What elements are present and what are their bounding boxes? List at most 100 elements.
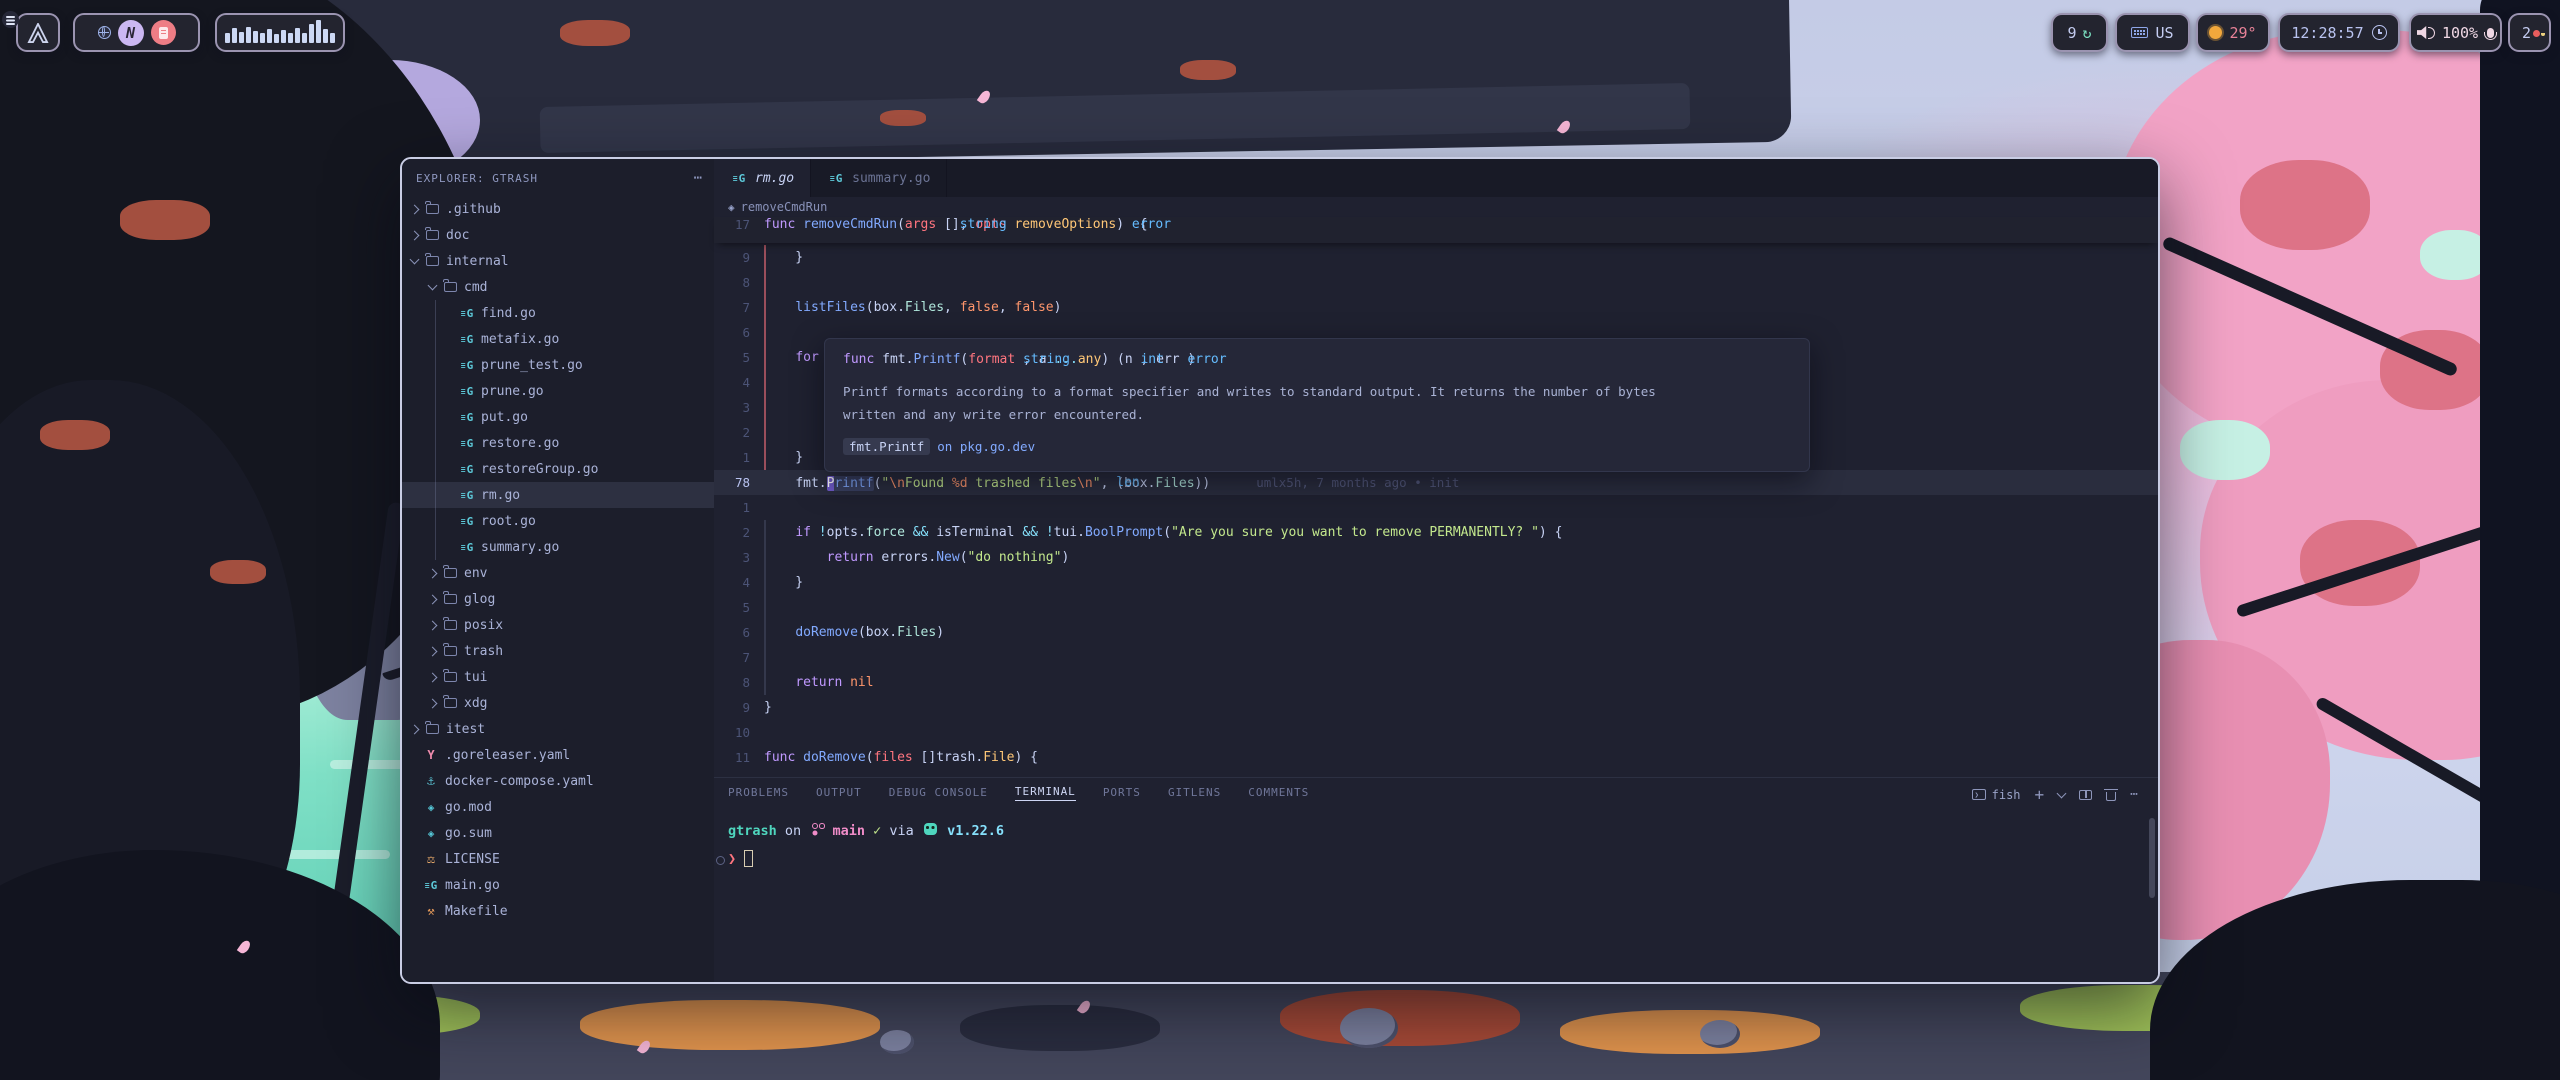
code-line[interactable]: 9 } — [714, 245, 2158, 270]
tree-item-posix[interactable]: posix — [402, 612, 738, 638]
tree-item-.goreleaser.yaml[interactable]: .goreleaser.yaml — [402, 742, 720, 768]
tree-item-cmd[interactable]: cmd — [402, 274, 738, 300]
clock-widget[interactable]: 12:28:57 — [2278, 13, 2400, 52]
code-token: doRemove — [803, 750, 866, 765]
system-tray[interactable]: N — [73, 13, 200, 52]
explorer-more-icon[interactable]: ⋯ — [694, 170, 702, 186]
tree-item-internal[interactable]: internal — [402, 248, 720, 274]
tree-item-find.go[interactable]: find.go — [402, 300, 756, 326]
launcher-button[interactable] — [16, 13, 60, 52]
explorer-sidebar: EXPLORER: GTRASH ⋯ .githubdocinternalcmd… — [402, 159, 715, 982]
code-line[interactable]: 1 — [714, 495, 2158, 520]
tree-item-label: xdg — [464, 696, 487, 711]
code-text: listFiles(box.Files, false, false) — [750, 300, 1061, 315]
tree-item-tui[interactable]: tui — [402, 664, 738, 690]
visualizer-bar — [253, 31, 258, 43]
mod-file-icon — [422, 801, 440, 814]
terminal[interactable]: gtrash on main ✓ via v1.22.6 ❯ — [728, 822, 2148, 976]
panel-tab-output[interactable]: OUTPUT — [816, 786, 862, 801]
panel-tab-ports[interactable]: PORTS — [1103, 786, 1141, 801]
split-terminal-icon[interactable] — [2079, 790, 2092, 800]
code-line[interactable]: 2 if !opts.force && isTerminal && !tui.B… — [714, 520, 2158, 545]
code-line[interactable]: 3 return errors.New("do nothing") — [714, 545, 2158, 570]
panel-tab-comments[interactable]: COMMENTS — [1248, 786, 1309, 801]
microphone-icon[interactable] — [2487, 28, 2494, 38]
panel-tab-problems[interactable]: PROBLEMS — [728, 786, 789, 801]
tree-item-label: internal — [446, 254, 509, 269]
tree-item-root.go[interactable]: root.go — [402, 508, 756, 534]
panel-more-icon[interactable]: ⋯ — [2130, 787, 2138, 802]
code-line[interactable]: 8 return nil — [714, 670, 2158, 695]
terminal-scrollbar[interactable] — [2149, 818, 2155, 898]
tree-item-metafix.go[interactable]: metafix.go — [402, 326, 756, 352]
panel-tab-terminal[interactable]: TERMINAL — [1015, 785, 1076, 801]
sticky-code: func removeCmdRun(args []string, opts re… — [750, 217, 1148, 243]
keyboard-layout-widget[interactable]: US — [2115, 13, 2190, 52]
globe-icon[interactable] — [98, 26, 111, 39]
code-line[interactable]: 6 doRemove(box.Files) — [714, 620, 2158, 645]
code-lines[interactable]: 9 }87 listFiles(box.Files, false, false)… — [714, 245, 2158, 770]
code-line[interactable]: 8 — [714, 270, 2158, 295]
shell-selector[interactable]: ❯ fish — [1972, 788, 2021, 802]
breadcrumb-symbol: removeCmdRun — [741, 200, 828, 214]
tree-item-summary.go[interactable]: summary.go — [402, 534, 756, 560]
code-text: return errors.New("do nothing") — [750, 550, 1069, 565]
tree-item-trash[interactable]: trash — [402, 638, 738, 664]
tree-item-main.go[interactable]: main.go — [402, 872, 720, 898]
tab-summary.go[interactable]: summary.go — [811, 159, 947, 197]
panel-tab-debug-console[interactable]: DEBUG CONSOLE — [889, 786, 988, 801]
tree-item-env[interactable]: env — [402, 560, 738, 586]
tree-item-Makefile[interactable]: Makefile — [402, 898, 720, 924]
command-decoration[interactable] — [716, 856, 725, 865]
speaker-icon[interactable] — [2417, 26, 2435, 39]
tab-rm.go[interactable]: rm.go — [714, 159, 811, 197]
updates-widget[interactable]: 9 ↻ — [2051, 13, 2108, 52]
terminal-dropdown-icon[interactable] — [2057, 789, 2067, 799]
tree-item-doc[interactable]: doc — [402, 222, 720, 248]
code-line[interactable]: 7 listFiles(box.Files, false, false) — [714, 295, 2158, 320]
tree-item-xdg[interactable]: xdg — [402, 690, 738, 716]
weather-widget[interactable]: 29° — [2196, 13, 2270, 52]
tree-item-go.mod[interactable]: go.mod — [402, 794, 720, 820]
code-line[interactable]: 7 — [714, 645, 2158, 670]
sticky-scroll-line[interactable]: 17func removeCmdRun(args []string, opts … — [714, 217, 2158, 243]
code-line[interactable]: 9} — [714, 695, 2158, 720]
code-line[interactable]: 11func doRemove(files []trash.File) { — [714, 745, 2158, 770]
tree-item-prune_test.go[interactable]: prune_test.go — [402, 352, 756, 378]
tree-item-restoreGroup.go[interactable]: restoreGroup.go — [402, 456, 756, 482]
code-token: "Are you sure you want to remove PERMANE… — [1171, 525, 1539, 540]
panel-tab-gitlens[interactable]: GITLENS — [1168, 786, 1221, 801]
terminal-input-line[interactable]: ❯ — [728, 850, 753, 867]
tree-item-LICENSE[interactable]: LICENSE — [402, 846, 720, 872]
code-text: return nil — [750, 675, 874, 690]
kill-terminal-icon[interactable] — [2106, 792, 2116, 801]
code-text: } — [750, 250, 803, 265]
document-icon[interactable] — [151, 20, 176, 45]
code-line[interactable]: 4 } — [714, 570, 2158, 595]
code-token — [764, 525, 795, 540]
tree-item-go.sum[interactable]: go.sum — [402, 820, 720, 846]
code-token: trash — [936, 750, 975, 765]
tree-item-prune.go[interactable]: prune.go — [402, 378, 756, 404]
code-line[interactable]: 5 — [714, 595, 2158, 620]
tree-item-docker-compose.yaml[interactable]: docker-compose.yaml — [402, 768, 720, 794]
go-icon — [461, 515, 473, 528]
code-line[interactable]: 10 — [714, 720, 2158, 745]
hover-signature: func fmt.Printf(format string, a ...any)… — [843, 352, 1791, 367]
audio-widget[interactable]: 100% — [2409, 13, 2502, 52]
breadcrumb[interactable]: ◈ removeCmdRun — [714, 197, 2158, 217]
tree-item-rm.go[interactable]: rm.go — [402, 482, 756, 508]
tree-item-put.go[interactable]: put.go — [402, 404, 756, 430]
tree-item-itest[interactable]: itest — [402, 716, 720, 742]
go-icon — [461, 333, 473, 346]
tree-item-restore.go[interactable]: restore.go — [402, 430, 756, 456]
tree-item-.github[interactable]: .github — [402, 196, 720, 222]
neovim-icon[interactable]: N — [118, 20, 144, 46]
tree-item-glog[interactable]: glog — [402, 586, 738, 612]
chevron-right-icon — [428, 620, 438, 630]
code-line[interactable]: 78 fmt.Printf("\nFound %d trashed files\… — [714, 470, 2158, 495]
notifications-widget[interactable]: 2 — [2508, 13, 2551, 52]
pkg-go-dev-link[interactable]: on pkg.go.dev — [937, 439, 1035, 454]
code-token: ( — [1163, 525, 1171, 540]
new-terminal-button[interactable]: + — [2035, 785, 2045, 804]
